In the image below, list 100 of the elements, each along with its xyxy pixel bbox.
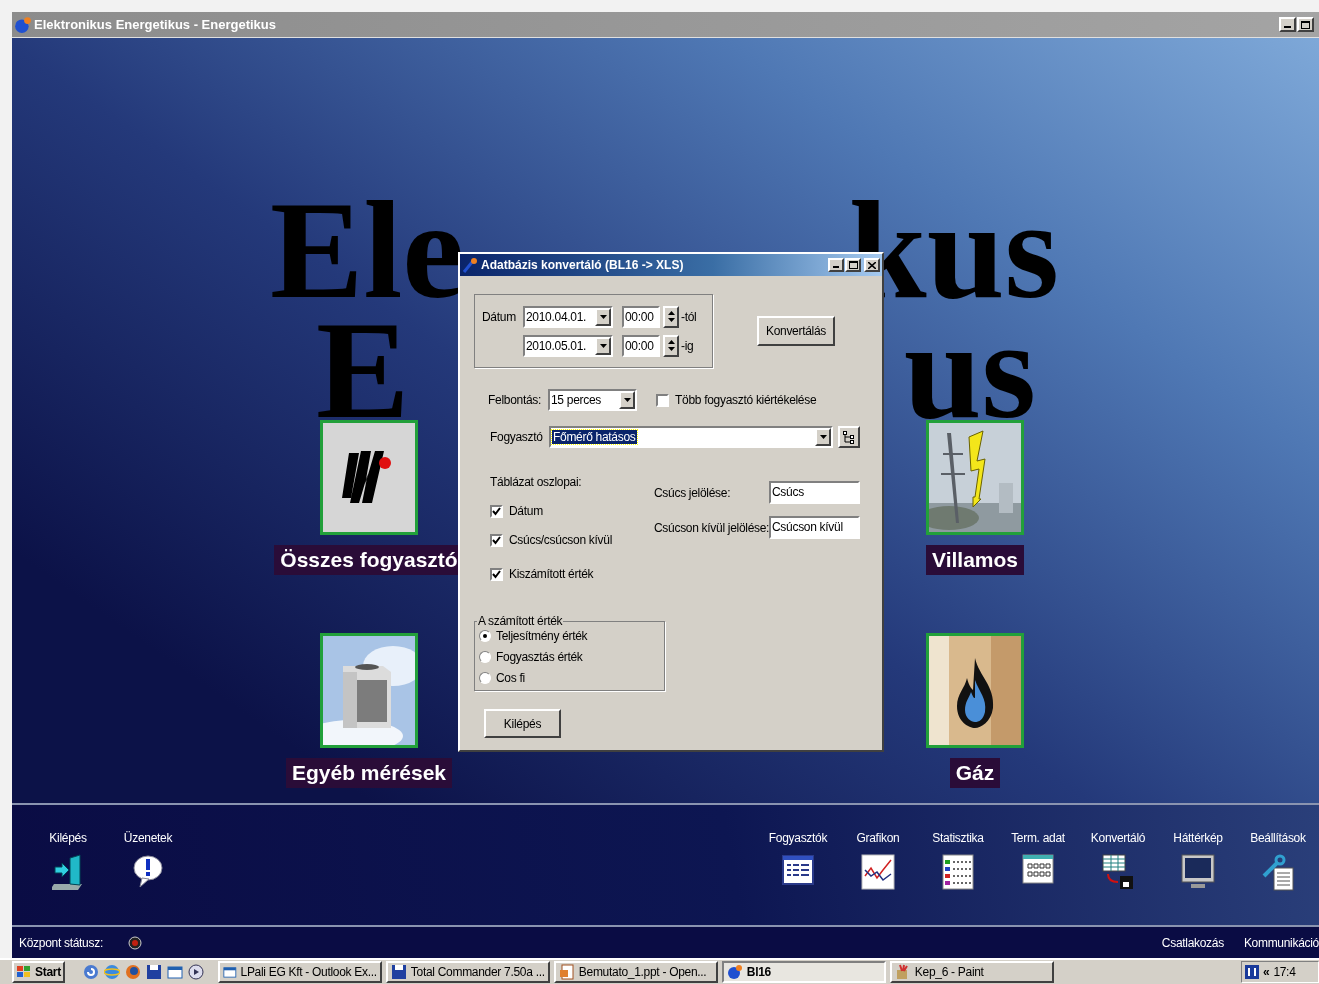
heading: us xyxy=(903,300,1036,440)
category-label: Gáz xyxy=(949,758,1001,788)
window-icon xyxy=(222,964,237,980)
tree-button[interactable] xyxy=(838,426,860,448)
wrench-icon xyxy=(1262,854,1294,892)
clock: 17:4 xyxy=(1273,964,1296,981)
start-button[interactable]: Start xyxy=(12,961,65,983)
tray-expand-arrows[interactable]: « xyxy=(1263,963,1270,981)
date-dropdown[interactable]: 2010.05.01. xyxy=(523,334,613,357)
up-down-arrows-icon xyxy=(667,339,675,352)
status-light-icon xyxy=(127,935,142,950)
taskbar-button[interactable]: LPali EG Kft - Outlook Ex... xyxy=(217,961,382,983)
toolbar-button[interactable]: Grafikon xyxy=(838,805,918,925)
app-logo-icon xyxy=(462,257,478,273)
paint-brush-icon xyxy=(894,964,911,980)
close-button[interactable] xyxy=(864,258,880,272)
category-label: Villamos xyxy=(926,545,1024,575)
minimize-button[interactable] xyxy=(828,258,844,272)
checkbox-label: Dátum xyxy=(509,503,543,520)
window-title: Elektronikus Energetikus - Energetikus xyxy=(34,15,277,34)
text-field[interactable]: Csúcson kívül xyxy=(769,516,860,539)
spin-button[interactable] xyxy=(663,305,679,328)
date-label: Dátum xyxy=(482,309,516,324)
grid-icon xyxy=(1022,854,1054,884)
toolbar-button[interactable]: Statisztika xyxy=(918,805,998,925)
caret-icon xyxy=(599,314,607,319)
windows-logo-icon xyxy=(16,965,32,979)
maximize-button[interactable] xyxy=(1297,17,1314,32)
app-logo-icon xyxy=(14,15,32,34)
toolbar-button[interactable]: Üzenetek xyxy=(108,805,188,925)
resolution-label: Felbontás: xyxy=(488,392,543,409)
table-icon xyxy=(942,854,974,890)
exit-button[interactable]: Kilépés xyxy=(484,709,561,738)
status-link[interactable]: Kommunikáció xyxy=(1243,933,1319,952)
minimize-icon xyxy=(833,266,839,268)
checkbox[interactable] xyxy=(490,567,503,581)
line-chart-icon xyxy=(861,854,895,890)
status-link[interactable]: Csatlakozás xyxy=(1161,933,1224,952)
close-icon xyxy=(868,261,876,269)
minimize-button[interactable] xyxy=(1279,17,1296,32)
window-icon[interactable] xyxy=(166,964,183,980)
door-arrow-icon xyxy=(52,854,84,890)
toolbar-button[interactable]: Term. adat xyxy=(998,805,1078,925)
field-label: Csúcson kívül jelölése: xyxy=(654,519,769,537)
radio-label: Cos fi xyxy=(496,669,525,687)
monitor-icon xyxy=(1181,854,1215,890)
date-dropdown[interactable]: 2010.04.01. xyxy=(523,305,613,328)
field-label: Csúcs jelölése: xyxy=(654,484,732,502)
time-suffix: -tól xyxy=(681,308,697,326)
dialog-title: Adatbázis konvertáló (BL16 -> XLS) xyxy=(481,257,684,274)
logo-icon xyxy=(323,423,415,532)
maximize-icon xyxy=(1301,20,1310,29)
checkbox[interactable] xyxy=(490,504,503,518)
play-icon[interactable] xyxy=(187,964,204,980)
table-floppy-icon xyxy=(1102,854,1134,890)
resolution-dropdown[interactable]: 15 perces xyxy=(548,389,637,411)
app-logo-icon xyxy=(726,964,743,980)
radio-label: Fogyasztás érték xyxy=(496,648,583,666)
group-title: A számított érték xyxy=(477,614,564,628)
text-field[interactable]: Csúcs xyxy=(769,481,860,504)
checkbox-label: Csúcs/csúcson kívül xyxy=(509,532,612,549)
radio-button[interactable] xyxy=(479,629,491,642)
toolbar-button[interactable]: Fogyasztók xyxy=(758,805,838,925)
caret-icon xyxy=(599,343,607,348)
columns-heading: Táblázat oszlopai: xyxy=(490,475,583,489)
time-field[interactable]: 00:00 xyxy=(622,305,660,328)
convert-button[interactable]: Konvertálás xyxy=(757,316,835,346)
taskbar-button[interactable]: Kep_6 - Paint xyxy=(889,961,1054,983)
consumer-dropdown[interactable]: Főmérő hatásos xyxy=(549,426,833,448)
radio-label: Teljesítmény érték xyxy=(496,627,588,645)
speech-bubble-icon xyxy=(132,854,164,888)
taskbar-button[interactable]: Bemutato_1.ppt - Open... xyxy=(553,961,718,983)
checkbox[interactable] xyxy=(490,533,503,547)
category-label: Egyéb mérések xyxy=(285,758,453,788)
toolbar-button[interactable]: Háttérkép xyxy=(1158,805,1238,925)
list-window-icon xyxy=(782,854,814,886)
refresh-icon[interactable] xyxy=(82,964,99,980)
up-down-arrows-icon xyxy=(667,310,675,323)
status-label: Központ státusz: xyxy=(19,934,103,952)
toolbar-button[interactable]: Beállítások xyxy=(1238,805,1318,925)
minimize-icon xyxy=(1284,26,1291,28)
toolbar-button[interactable]: Konvertáló xyxy=(1078,805,1158,925)
time-suffix: -ig xyxy=(681,337,694,355)
caret-icon xyxy=(623,398,631,402)
document-icon xyxy=(558,964,575,980)
radio-button[interactable] xyxy=(479,671,491,684)
globe-icon[interactable] xyxy=(124,964,141,980)
taskbar-button[interactable]: Bl16 xyxy=(721,961,886,983)
consumer-label: Fogyasztó xyxy=(490,429,544,446)
caret-icon xyxy=(819,435,827,439)
category-button[interactable] xyxy=(320,420,418,535)
toolbar-button[interactable]: Kilépés xyxy=(28,805,108,925)
tree-icon xyxy=(843,430,855,444)
checkbox-label: Több fogyasztó kiértékelése xyxy=(675,392,817,409)
spin-button[interactable] xyxy=(663,334,679,357)
checkbox-label: Kiszámított érték xyxy=(509,566,594,583)
taskbar-button[interactable]: Total Commander 7.50a ... xyxy=(385,961,550,983)
checkbox[interactable] xyxy=(656,393,669,407)
radio-button[interactable] xyxy=(479,650,491,663)
time-field[interactable]: 00:00 xyxy=(622,334,660,357)
